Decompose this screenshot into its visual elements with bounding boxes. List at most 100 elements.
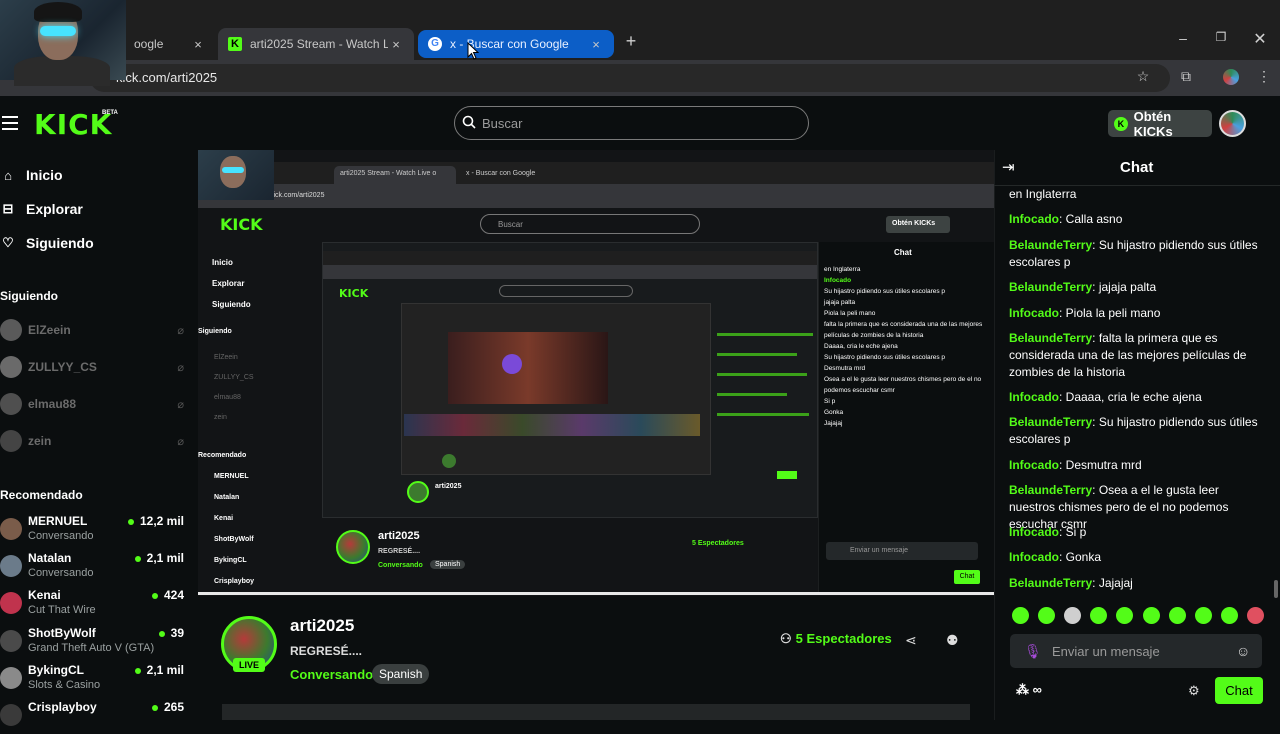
close-tab-icon[interactable]: ×: [388, 37, 404, 52]
chat-message: Infocado: Si p: [1009, 525, 1087, 539]
chat-text: jajaja palta: [1098, 280, 1157, 294]
microphone-icon[interactable]: 🎙: [1024, 643, 1042, 660]
emote-icon[interactable]: [1090, 607, 1108, 624]
url-field[interactable]: [90, 64, 1170, 92]
tab-kick-stream[interactable]: K arti2025 Stream - Watch Live o ×: [218, 28, 414, 60]
chat-user[interactable]: BelaundeTerry: [1009, 331, 1092, 345]
nested-recommended-title: Recomendado: [198, 452, 247, 459]
close-window-icon[interactable]: ✕: [1250, 29, 1270, 49]
close-tab-icon[interactable]: ×: [588, 37, 604, 52]
nested-chat-line: Desmutra mrd: [824, 365, 866, 372]
nested-stream-lang: Spanish: [430, 560, 466, 569]
offline-icon: ⌀: [177, 398, 184, 411]
video-player[interactable]: arti2025 Stream - Watch Live o x - Busca…: [198, 150, 994, 596]
chat-user[interactable]: Infocado: [1009, 390, 1059, 404]
kick-logo[interactable]: KICK: [34, 108, 112, 141]
emote-icon[interactable]: [1038, 607, 1056, 624]
bookmark-star-icon[interactable]: ☆: [1133, 68, 1153, 85]
streamer-name[interactable]: arti2025: [290, 616, 354, 636]
following-item[interactable]: ElZeein ⌀: [0, 318, 190, 342]
chat-user[interactable]: Infocado: [1009, 458, 1059, 472]
nested2-kick-logo: KICK: [339, 287, 369, 300]
chat-user[interactable]: BelaundeTerry: [1009, 280, 1092, 294]
nav-explorar[interactable]: ⊟ Explorar: [0, 201, 83, 217]
tab-google-search[interactable]: G x - Buscar con Google ×: [418, 30, 614, 58]
search-placeholder: Buscar: [482, 116, 523, 131]
nested-sidebar-nav: Inicio Explorar Siguiendo: [212, 252, 251, 315]
offline-icon: ⌀: [177, 435, 184, 448]
chat-scrollbar[interactable]: [1274, 580, 1278, 598]
home-icon: ⌂: [4, 167, 12, 183]
recommended-item[interactable]: BykingCL Slots & Casino 2,1 mil: [0, 663, 190, 697]
webcam-overlay: [0, 0, 126, 86]
nested2-chat: [717, 303, 817, 483]
avatar: [0, 356, 22, 378]
avatar: [0, 518, 22, 540]
recommended-item[interactable]: Kenai Cut That Wire 424: [0, 588, 190, 622]
emote-icon[interactable]: [1168, 607, 1186, 624]
following-item[interactable]: ZULLYY_CS ⌀: [0, 355, 190, 379]
maximize-icon[interactable]: ❐: [1211, 30, 1231, 44]
chat-user[interactable]: Infocado: [1009, 525, 1059, 539]
google-favicon-icon: G: [428, 37, 442, 51]
kick-favicon-icon: K: [228, 37, 242, 51]
nested-tab-kick: arti2025 Stream - Watch Live o: [334, 166, 456, 184]
get-kicks-button[interactable]: K Obtén KICKs: [1108, 109, 1212, 139]
profile-avatar-icon[interactable]: [1223, 69, 1239, 85]
emote-icon[interactable]: [1064, 607, 1082, 624]
follow-user-icon[interactable]: ⚉: [946, 632, 959, 649]
new-tab-button[interactable]: +: [621, 31, 641, 52]
chat-user[interactable]: Infocado: [1009, 550, 1059, 564]
recommended-item[interactable]: ShotByWolf Grand Theft Auto V (GTA) 39: [0, 626, 190, 660]
channel-name: MERNUEL: [28, 514, 88, 528]
mouse-cursor-icon: [467, 42, 479, 60]
user-avatar[interactable]: [1219, 110, 1246, 137]
video-progress-bar[interactable]: [198, 592, 994, 595]
stream-category[interactable]: Conversando: [290, 667, 373, 682]
nav-label: Explorar: [26, 201, 83, 217]
chat-user[interactable]: Infocado: [1009, 212, 1059, 226]
nested-stream-title: REGRESÉ....: [378, 548, 421, 555]
menu-hamburger-icon[interactable]: [2, 116, 18, 134]
chat-user[interactable]: BelaundeTerry: [1009, 483, 1092, 497]
recommended-section-title: Recomendado: [0, 488, 83, 502]
collapse-chat-icon[interactable]: ⇥: [1002, 158, 1015, 176]
nested-rec-name: ShotByWolf: [214, 536, 254, 543]
share-icon[interactable]: ⋖: [905, 632, 917, 649]
following-item[interactable]: elmau88 ⌀: [0, 392, 190, 416]
extensions-icon[interactable]: ⧉: [1176, 68, 1196, 85]
avatar: [0, 393, 22, 415]
nested-following-name: ElZeein: [214, 354, 238, 361]
channel-points[interactable]: ⁂ ∞: [1016, 682, 1042, 698]
recommended-item[interactable]: MERNUEL Conversando 12,2 mil: [0, 514, 190, 548]
emote-icon[interactable]: [1116, 607, 1134, 624]
following-section-title: Siguiendo: [0, 289, 58, 303]
chat-user[interactable]: BelaundeTerry: [1009, 415, 1092, 429]
recommended-item[interactable]: Natalan Conversando 2,1 mil: [0, 551, 190, 585]
menu-kebab-icon[interactable]: ⋮: [1254, 68, 1274, 85]
language-tag[interactable]: Spanish: [372, 664, 430, 684]
close-tab-icon[interactable]: ×: [190, 37, 206, 52]
nested-tab-google: x - Buscar con Google: [460, 166, 580, 184]
emote-icon[interactable]: [1246, 607, 1264, 624]
chat-send-button[interactable]: Chat: [1215, 677, 1263, 704]
emoji-picker-icon[interactable]: ☺: [1236, 643, 1250, 659]
nested-chat-line: Si p: [824, 398, 836, 405]
chat-user[interactable]: BelaundeTerry: [1009, 238, 1092, 252]
chat-message: BelaundeTerry: Su hijastro pidiendo sus …: [1009, 415, 1258, 446]
recommended-item[interactable]: Crisplayboy 265: [0, 700, 190, 734]
emote-icon[interactable]: [1012, 607, 1029, 624]
chat-user[interactable]: BelaundeTerry: [1009, 576, 1092, 590]
window-titlebar: [0, 0, 1280, 24]
emote-icon[interactable]: [1194, 607, 1212, 624]
chat-settings-icon[interactable]: ⚙: [1188, 683, 1200, 699]
chat-text: Gonka: [1065, 550, 1102, 564]
below-video-bar: [222, 704, 970, 720]
nav-inicio[interactable]: ⌂ Inicio: [0, 167, 63, 183]
emote-icon[interactable]: [1142, 607, 1160, 624]
emote-icon[interactable]: [1220, 607, 1238, 624]
minimize-icon[interactable]: –: [1173, 30, 1193, 46]
following-item[interactable]: zein ⌀: [0, 429, 190, 453]
nav-siguiendo[interactable]: ♡ Siguiendo: [0, 235, 94, 251]
chat-user[interactable]: Infocado: [1009, 306, 1059, 320]
